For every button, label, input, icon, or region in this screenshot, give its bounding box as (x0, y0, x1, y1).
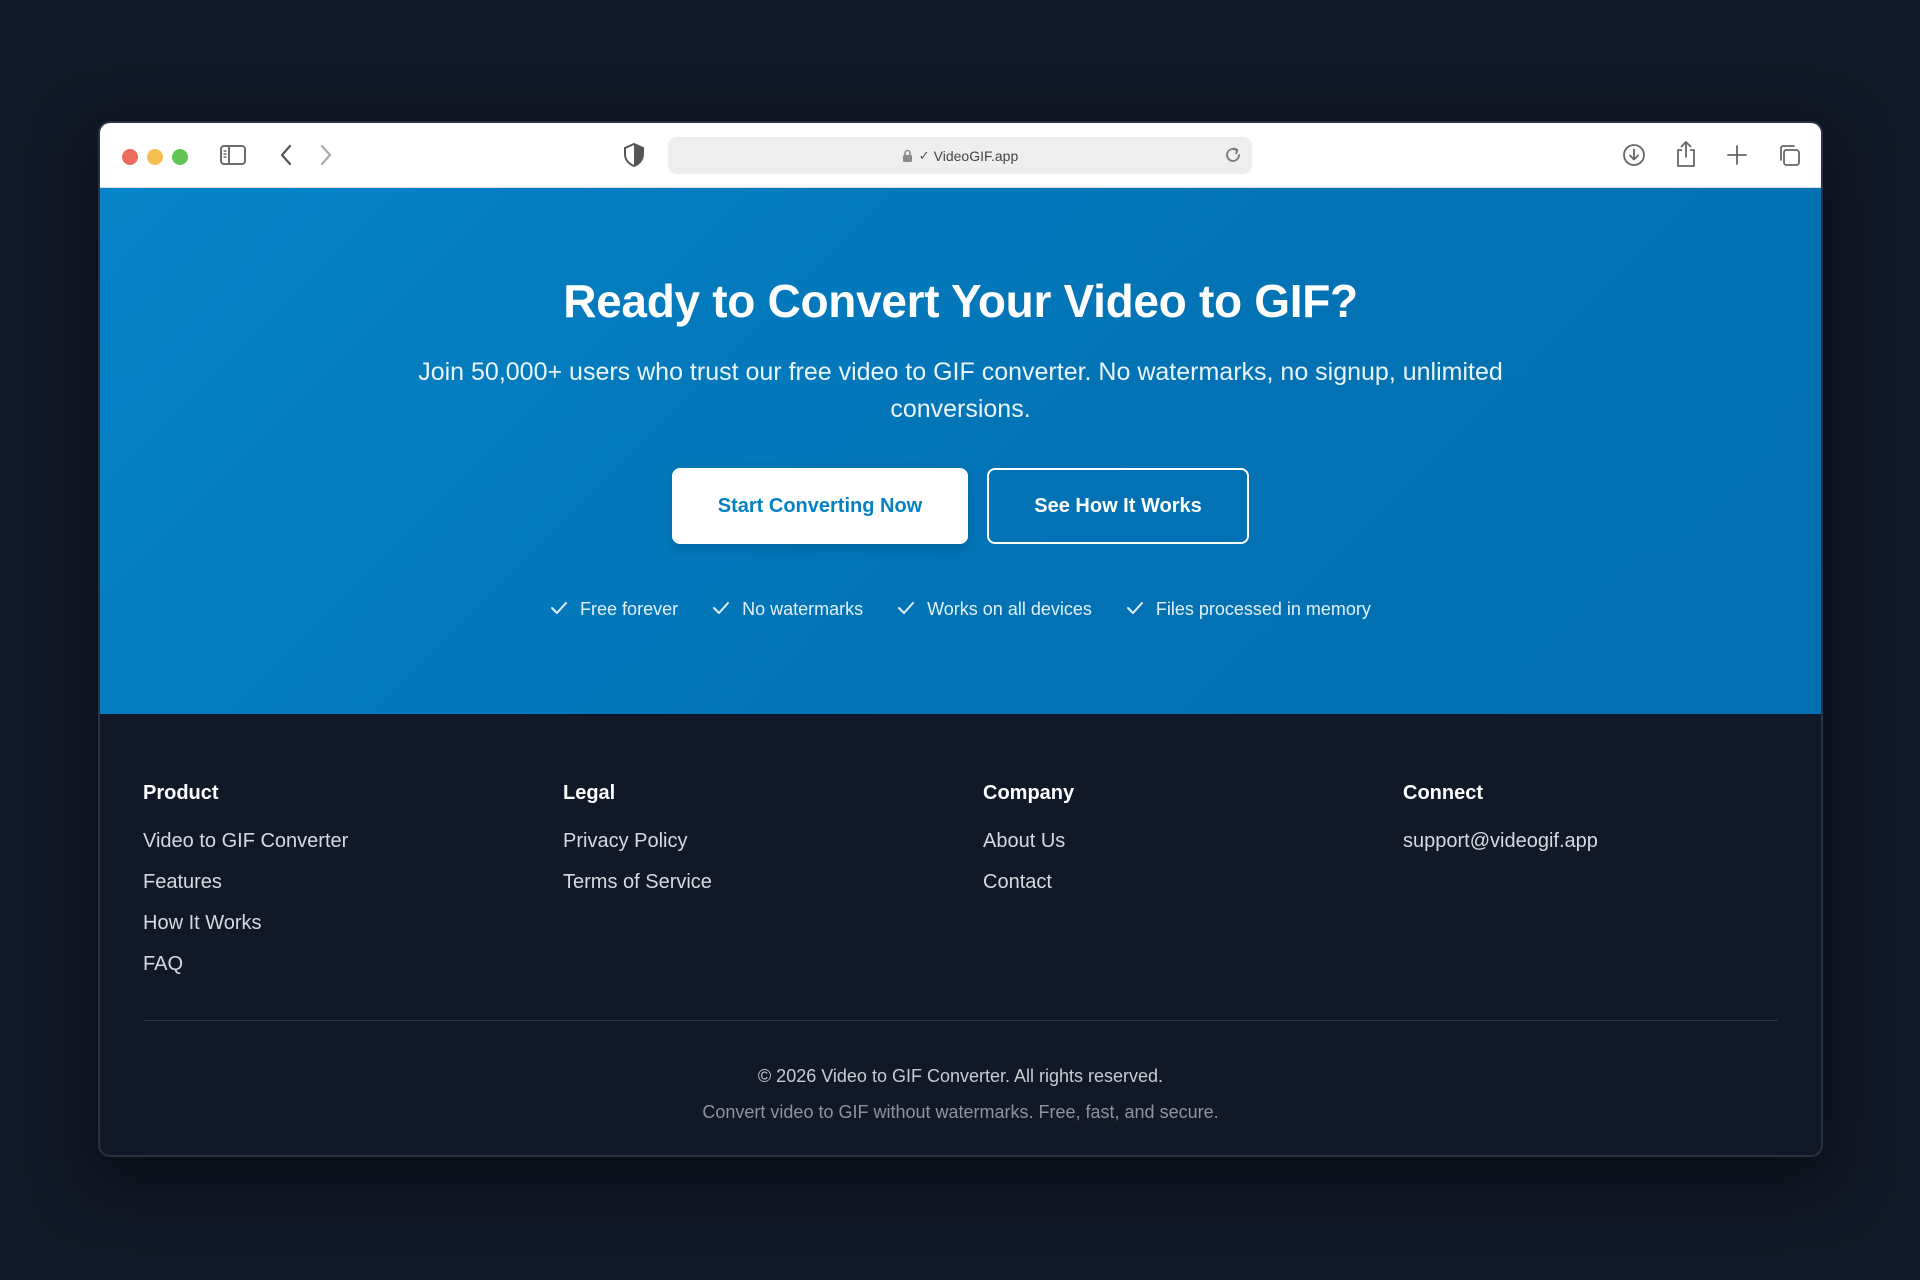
feature-label: Free forever (580, 599, 679, 619)
start-converting-button[interactable]: Start Converting Now (672, 468, 968, 544)
footer-copyright: © 2026 Video to GIF Converter. All right… (757, 1066, 1164, 1086)
hero-title: Ready to Convert Your Video to GIF? (563, 275, 1358, 327)
minimize-window-button[interactable] (147, 149, 163, 165)
browser-toolbar: ✓ VideoGIF.app (100, 123, 1821, 188)
checkmark-icon (1126, 599, 1144, 620)
footer-link-video-to-gif[interactable]: Video to GIF Converter (143, 829, 543, 853)
footer-link-contact[interactable]: Contact (983, 870, 1383, 894)
feature-list: Free forever No watermarks Works on all … (100, 599, 1821, 620)
cta-hero-section: Ready to Convert Your Video to GIF? Join… (100, 188, 1821, 714)
see-how-it-works-button[interactable]: See How It Works (987, 468, 1249, 544)
footer-column-legal: Legal Privacy Policy Terms of Service (563, 782, 963, 911)
shield-icon[interactable] (623, 142, 645, 168)
site-footer: Product Video to GIF Converter Features … (100, 714, 1821, 1155)
footer-heading: Company (983, 782, 1075, 804)
back-chevron-icon[interactable] (277, 143, 295, 167)
lock-icon (902, 149, 913, 163)
footer-link-how-it-works[interactable]: How It Works (143, 911, 543, 935)
share-icon[interactable] (1673, 139, 1699, 169)
tabs-overview-icon[interactable] (1776, 142, 1802, 168)
footer-heading: Legal (563, 782, 616, 804)
new-tab-plus-icon[interactable] (1724, 142, 1750, 168)
address-bar[interactable]: ✓ VideoGIF.app (668, 137, 1252, 174)
verified-check-icon: ✓ (918, 147, 930, 163)
feature-item: Works on all devices (897, 599, 1092, 620)
close-window-button[interactable] (122, 149, 138, 165)
browser-window: ✓ VideoGIF.app Ready to Convert Your Vid… (98, 121, 1823, 1157)
forward-chevron-icon[interactable] (317, 143, 335, 167)
address-text: VideoGIF.app (933, 147, 1019, 164)
footer-column-product: Product Video to GIF Converter Features … (143, 782, 543, 993)
footer-link-privacy-policy[interactable]: Privacy Policy (563, 829, 963, 853)
footer-link-features[interactable]: Features (143, 870, 543, 894)
feature-item: Files processed in memory (1126, 599, 1371, 620)
checkmark-icon (550, 599, 568, 620)
footer-heading: Connect (1403, 782, 1483, 804)
footer-divider (143, 1020, 1778, 1021)
zoom-window-button[interactable] (172, 149, 188, 165)
hero-subtitle: Join 50,000+ users who trust our free vi… (418, 358, 1503, 423)
reload-icon[interactable] (1224, 146, 1242, 167)
feature-item: Free forever (550, 599, 678, 620)
footer-link-about-us[interactable]: About Us (983, 829, 1383, 853)
feature-item: No watermarks (712, 599, 863, 620)
feature-label: No watermarks (742, 599, 864, 619)
footer-tagline: Convert video to GIF without watermarks.… (702, 1102, 1219, 1122)
sidebar-icon[interactable] (220, 143, 246, 167)
footer-column-connect: Connect support@videogif.app (1403, 782, 1803, 870)
footer-column-company: Company About Us Contact (983, 782, 1383, 911)
feature-label: Files processed in memory (1155, 599, 1371, 619)
checkmark-icon (897, 599, 915, 620)
footer-heading: Product (143, 782, 219, 804)
footer-link-support-email[interactable]: support@videogif.app (1403, 829, 1803, 853)
feature-label: Works on all devices (927, 599, 1092, 619)
download-icon[interactable] (1621, 142, 1647, 168)
footer-link-faq[interactable]: FAQ (143, 952, 543, 976)
checkmark-icon (712, 599, 730, 620)
footer-link-terms-of-service[interactable]: Terms of Service (563, 870, 963, 894)
